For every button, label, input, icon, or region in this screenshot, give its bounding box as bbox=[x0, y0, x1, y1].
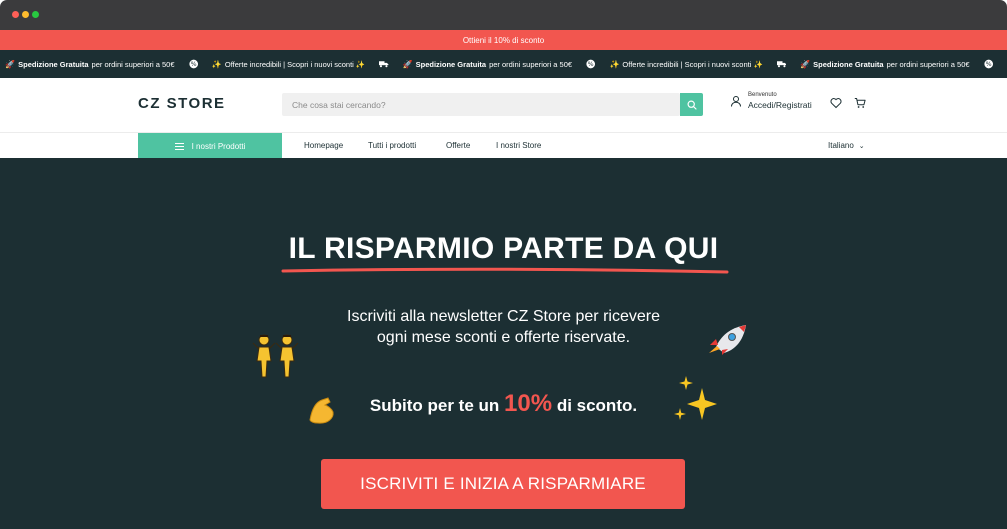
discount-value: 10% bbox=[504, 390, 553, 417]
main-navigation: I nostri Prodotti Homepage Tutti i prodo… bbox=[0, 132, 1007, 159]
site-logo[interactable]: CZ STORE bbox=[138, 95, 226, 112]
discount-message: Subito per te un 10% di sconto. bbox=[0, 390, 1007, 418]
account-greeting: Benvenuto bbox=[748, 92, 777, 98]
ticker-item: ✨ Offerte incredibili | Scopri i nuovi s… bbox=[212, 60, 365, 69]
promo-bar: Ottieni il 10% di sconto bbox=[0, 30, 1007, 50]
ticker-text: per ordini superiori a 50€ bbox=[91, 59, 175, 69]
sparkles-icon: ✨ bbox=[609, 59, 620, 69]
subscribe-cta-button[interactable]: ISCRIVITI E INIZIA A RISPARMIARE bbox=[321, 459, 685, 509]
ticker-bold-text: Spedizione Gratuita bbox=[813, 59, 884, 69]
discount-suffix: di sconto. bbox=[556, 396, 638, 415]
rocket-icon: 🚀 bbox=[402, 59, 413, 69]
search-button[interactable] bbox=[680, 93, 703, 116]
maximize-window-button[interactable] bbox=[32, 11, 39, 18]
ticker-item: 🚀 Spedizione Gratuita per ordini superio… bbox=[800, 60, 969, 69]
ticker-text: per ordini superiori a 50€ bbox=[886, 59, 970, 69]
ticker-bold-text: Spedizione Gratuita bbox=[18, 59, 89, 69]
hero-description: Iscriviti alla newsletter CZ Store per r… bbox=[0, 306, 1007, 348]
close-window-button[interactable] bbox=[12, 11, 19, 18]
nav-link-homepage[interactable]: Homepage bbox=[304, 141, 343, 150]
ticker-text: Offerte incredibili | Scopri i nuovi sco… bbox=[224, 59, 366, 69]
account-label: Accedi/Registrati bbox=[748, 100, 812, 110]
percent-badge-icon: % bbox=[188, 59, 198, 69]
announcement-ticker: 🚀 Spedizione Gratuita per ordini superio… bbox=[0, 50, 1007, 78]
ticker-text: per ordini superiori a 50€ bbox=[489, 59, 573, 69]
sparkles-emoji-icon bbox=[674, 376, 717, 420]
products-menu-label: I nostri Prodotti bbox=[191, 141, 246, 151]
window-titlebar bbox=[0, 0, 1007, 30]
hero-description-line: ogni mese sconti e offerte riservate. bbox=[376, 329, 631, 346]
search-icon bbox=[686, 99, 697, 110]
flexed-biceps-emoji-icon bbox=[309, 397, 334, 424]
truck-icon bbox=[379, 61, 389, 68]
svg-text:%: % bbox=[190, 61, 196, 68]
rocket-emoji-icon bbox=[709, 325, 746, 355]
ticker-item: 🚀 Spedizione Gratuita per ordini superio… bbox=[403, 60, 572, 69]
language-selector[interactable]: Italiano ⌄ bbox=[828, 141, 865, 150]
title-underline-decoration bbox=[281, 267, 729, 274]
nav-link-stores[interactable]: I nostri Store bbox=[496, 141, 541, 150]
account-link[interactable]: Benvenuto Accedi/Registrati bbox=[730, 92, 812, 110]
products-menu-button[interactable]: I nostri Prodotti bbox=[138, 133, 282, 159]
site-header: CZ STORE Benvenuto Accedi/Registrati bbox=[0, 78, 1007, 132]
wishlist-heart-icon[interactable] bbox=[830, 97, 842, 109]
nav-link-offers[interactable]: Offerte bbox=[446, 141, 470, 150]
sparkles-icon: ✨ bbox=[211, 59, 222, 69]
rocket-icon: 🚀 bbox=[5, 59, 16, 69]
percent-badge-icon: % bbox=[586, 59, 596, 69]
svg-text:%: % bbox=[985, 61, 991, 68]
chevron-down-icon: ⌄ bbox=[858, 142, 865, 150]
rocket-icon: 🚀 bbox=[800, 59, 811, 69]
language-label: Italiano bbox=[828, 141, 854, 150]
cart-icon[interactable] bbox=[854, 97, 866, 109]
promo-text: Ottieni il 10% di sconto bbox=[462, 35, 545, 45]
nav-link-all-products[interactable]: Tutti i prodotti bbox=[368, 141, 416, 150]
discount-prefix: Subito per te un bbox=[369, 396, 500, 415]
ticker-text: Offerte incredibili | Scopri i nuovi sco… bbox=[622, 59, 763, 69]
minimize-window-button[interactable] bbox=[22, 11, 29, 18]
ticker-item: 🚀 Spedizione Gratuita per ordini superio… bbox=[5, 60, 174, 69]
hero-description-line: Iscriviti alla newsletter CZ Store per r… bbox=[347, 308, 660, 325]
percent-badge-icon: % bbox=[983, 59, 993, 69]
svg-text:%: % bbox=[588, 61, 594, 68]
ticker-bold-text: Spedizione Gratuita bbox=[415, 59, 487, 69]
hero-title: IL RISPARMIO PARTE DA QUI bbox=[288, 232, 719, 265]
newsletter-hero: IL RISPARMIO PARTE DA QUI Iscriviti alla… bbox=[0, 158, 1007, 529]
user-icon bbox=[731, 96, 741, 107]
dancers-emoji-icon bbox=[252, 334, 299, 378]
truck-icon bbox=[776, 61, 787, 68]
ticker-item: ✨ Offerte incredibili | Scopri i nuovi s… bbox=[609, 60, 762, 69]
hamburger-icon bbox=[174, 142, 184, 150]
search-input[interactable] bbox=[282, 93, 680, 116]
